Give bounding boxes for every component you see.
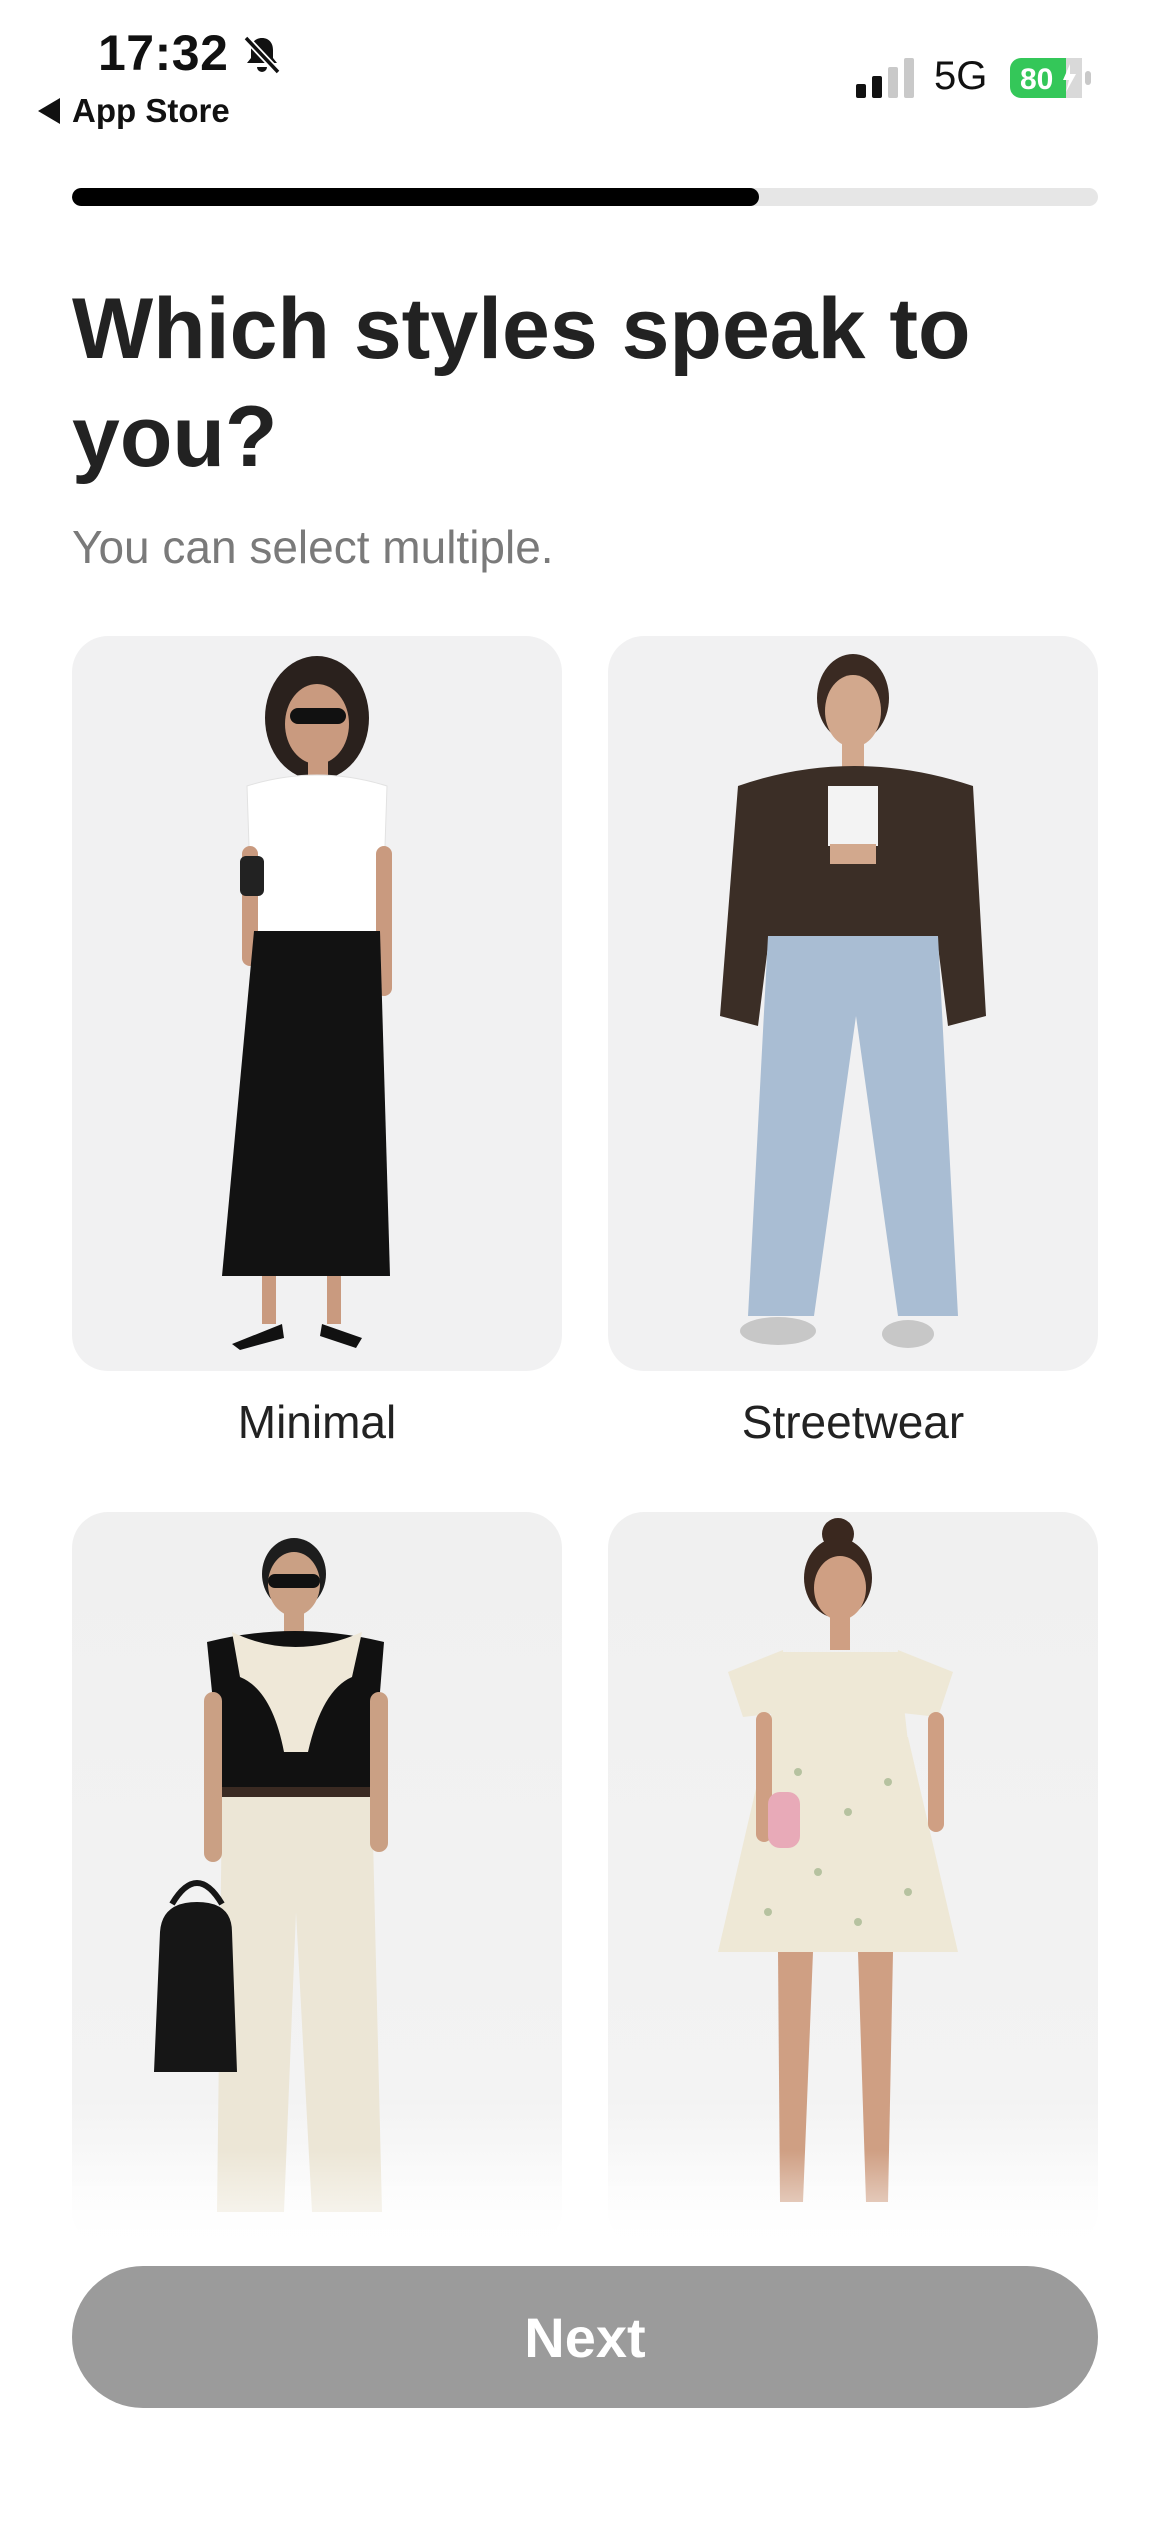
signal-icon [856,58,914,98]
page-title: Which styles speak to you? [72,281,971,485]
style-photo [608,636,1098,1371]
status-time: 17:32 [98,25,229,81]
style-photo [608,1512,1098,2247]
back-app-label: App Store [72,92,230,129]
model-figure [718,1518,958,2202]
network-type: 5G [934,54,988,98]
model-figure [222,656,392,1350]
model-figure [720,654,986,1348]
page-subtitle: You can select multiple. [72,521,554,573]
battery-icon: 80 [1010,58,1091,98]
model-figure [154,1538,388,2212]
style-card-minimal[interactable]: Minimal [72,636,562,1449]
style-photo [72,636,562,1371]
style-card-streetwear[interactable]: Streetwear [608,636,1098,1449]
back-arrow-icon [38,98,60,124]
screen: 17:32 App Store 5G 80 Which styles speak… [0,0,1170,2532]
progress-fill [72,188,760,206]
battery-level: 80 [1020,63,1053,96]
progress-bar [72,188,1098,206]
style-photo [72,1512,562,2247]
style-label: Streetwear [741,1396,965,1448]
back-to-app-store[interactable]: App Store [38,92,230,130]
next-button[interactable]: Next [72,2266,1098,2408]
style-label: Minimal [237,1396,397,1448]
bottom-fade [0,2150,1170,2270]
silent-bell-icon [243,35,281,75]
